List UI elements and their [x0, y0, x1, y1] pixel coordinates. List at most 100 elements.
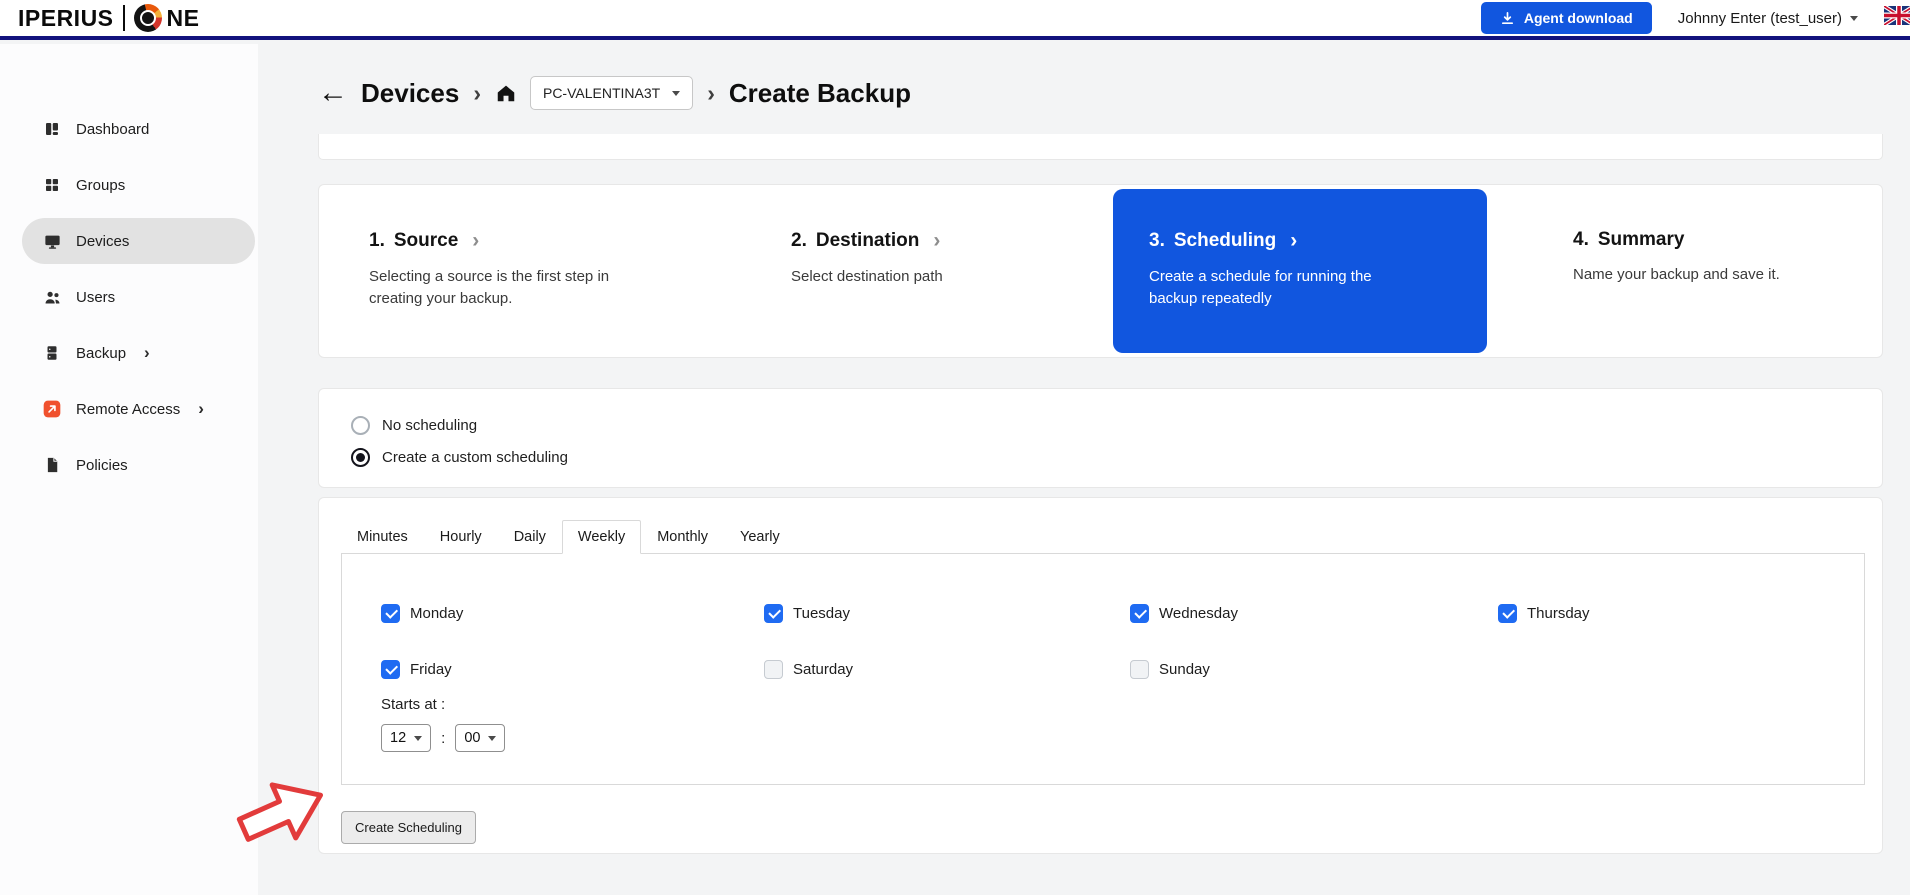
checkbox-monday[interactable]: Monday [381, 602, 764, 624]
chevron-right-icon [1285, 229, 1297, 253]
users-icon [42, 287, 62, 307]
minute-select[interactable]: 00 [455, 724, 505, 752]
chevron-down-icon [414, 736, 422, 741]
logo-product-text: NE [167, 5, 200, 32]
step-number: 2. [791, 230, 807, 252]
chevron-down-icon [488, 736, 496, 741]
home-icon[interactable] [495, 82, 517, 104]
hour-select[interactable]: 12 [381, 724, 431, 752]
checkbox-unchecked-icon [764, 660, 783, 679]
sidebar-item-label: Remote Access [76, 401, 180, 418]
radio-custom-scheduling[interactable]: Create a custom scheduling [351, 441, 1882, 473]
checkbox-checked-icon [381, 604, 400, 623]
day-label: Saturday [793, 661, 853, 678]
schedule-tabs: Minutes Hourly Daily Weekly Monthly Year… [341, 520, 1865, 553]
time-separator: : [441, 730, 445, 747]
step-title-text: Scheduling [1174, 230, 1276, 252]
step-title: 2. Destination [791, 229, 1113, 253]
sidebar-item-label: Devices [76, 233, 129, 250]
day-label: Friday [410, 661, 452, 678]
step-title: 1. Source [369, 229, 791, 253]
checkbox-saturday[interactable]: Saturday [764, 658, 1130, 680]
checkbox-unchecked-icon [1130, 660, 1149, 679]
remote-access-icon [42, 399, 62, 419]
sidebar-item-remote-access[interactable]: Remote Access [22, 386, 255, 432]
tab-daily[interactable]: Daily [498, 520, 562, 554]
sidebar-item-dashboard[interactable]: Dashboard [22, 106, 255, 152]
weekly-panel: Monday Tuesday Wednesday Thursday Friday [341, 553, 1865, 785]
step-description: Selecting a source is the first step in … [369, 266, 649, 310]
hour-select-value: 12 [390, 730, 406, 746]
user-menu[interactable]: Johnny Enter (test_user) [1678, 10, 1858, 27]
radio-no-scheduling[interactable]: No scheduling [351, 409, 1882, 441]
breadcrumb-devices-link[interactable]: Devices [361, 78, 459, 109]
logo-o-icon [134, 4, 162, 32]
scrolled-card-edge [318, 134, 1883, 160]
radio-label: No scheduling [382, 417, 477, 434]
checkbox-checked-icon [1130, 604, 1149, 623]
checkbox-friday[interactable]: Friday [381, 658, 764, 680]
chevron-right-icon: › [706, 80, 716, 107]
devices-icon [42, 231, 62, 251]
step-number: 1. [369, 230, 385, 252]
agent-download-button[interactable]: Agent download [1481, 2, 1652, 34]
step-title-text: Destination [816, 230, 919, 252]
step-scheduling-active[interactable]: 3. Scheduling Create a schedule for runn… [1113, 189, 1487, 353]
day-label: Tuesday [793, 605, 850, 622]
time-row: 12 : 00 [381, 724, 1864, 752]
checkbox-tuesday[interactable]: Tuesday [764, 602, 1130, 624]
sidebar-item-groups[interactable]: Groups [22, 162, 255, 208]
radio-label: Create a custom scheduling [382, 449, 568, 466]
checkbox-checked-icon [764, 604, 783, 623]
step-title: 3. Scheduling [1149, 229, 1487, 253]
tab-hourly[interactable]: Hourly [424, 520, 498, 554]
scheduling-choice-card: No scheduling Create a custom scheduling [318, 388, 1883, 488]
device-select[interactable]: PC-VALENTINA3T [530, 76, 693, 110]
tab-yearly[interactable]: Yearly [724, 520, 796, 554]
user-menu-label: Johnny Enter (test_user) [1678, 10, 1842, 27]
chevron-right-icon [194, 399, 204, 419]
starts-at-label: Starts at : [381, 696, 1864, 713]
back-arrow-icon[interactable] [318, 78, 348, 108]
tab-monthly[interactable]: Monthly [641, 520, 724, 554]
radio-icon [351, 416, 370, 435]
wizard-steps: 1. Source Selecting a source is the firs… [318, 184, 1883, 358]
sidebar-item-label: Dashboard [76, 121, 149, 138]
step-source[interactable]: 1. Source Selecting a source is the firs… [369, 185, 791, 357]
tab-weekly[interactable]: Weekly [562, 520, 641, 554]
sidebar-item-label: Policies [76, 457, 128, 474]
policies-icon [42, 455, 62, 475]
tab-minutes[interactable]: Minutes [341, 520, 424, 554]
radio-selected-icon [351, 448, 370, 467]
chevron-right-icon [928, 229, 940, 253]
chevron-right-icon [467, 229, 479, 253]
sidebar-item-users[interactable]: Users [22, 274, 255, 320]
schedule-editor-card: Minutes Hourly Daily Weekly Monthly Year… [318, 497, 1883, 854]
day-label: Sunday [1159, 661, 1210, 678]
step-destination[interactable]: 2. Destination Select destination path [791, 185, 1113, 357]
create-scheduling-button[interactable]: Create Scheduling [341, 811, 476, 844]
step-title: 4. Summary [1573, 229, 1882, 251]
sidebar-item-policies[interactable]: Policies [22, 442, 255, 488]
checkbox-sunday[interactable]: Sunday [1130, 658, 1498, 680]
checkbox-thursday[interactable]: Thursday [1498, 602, 1864, 624]
sidebar-item-label: Users [76, 289, 115, 306]
checkbox-wednesday[interactable]: Wednesday [1130, 602, 1498, 624]
agent-download-label: Agent download [1524, 10, 1633, 26]
page-title: Create Backup [729, 78, 911, 109]
step-title-text: Source [394, 230, 458, 252]
step-description: Select destination path [791, 266, 1113, 288]
step-title-text: Summary [1598, 229, 1685, 251]
groups-icon [42, 175, 62, 195]
step-number: 4. [1573, 229, 1589, 251]
top-bar: IPERIUS NE Agent download Johnny Enter (… [0, 0, 1910, 40]
sidebar-item-devices[interactable]: Devices [22, 218, 255, 264]
sidebar-item-backup[interactable]: Backup [22, 330, 255, 376]
language-flag-icon[interactable] [1884, 6, 1910, 30]
step-summary[interactable]: 4. Summary Name your backup and save it. [1487, 185, 1882, 357]
chevron-right-icon: › [472, 80, 482, 107]
logo-brand-text: IPERIUS [18, 5, 114, 32]
iperius-one-logo: IPERIUS NE [18, 4, 199, 32]
device-select-value: PC-VALENTINA3T [543, 85, 660, 101]
download-icon [1500, 11, 1515, 26]
